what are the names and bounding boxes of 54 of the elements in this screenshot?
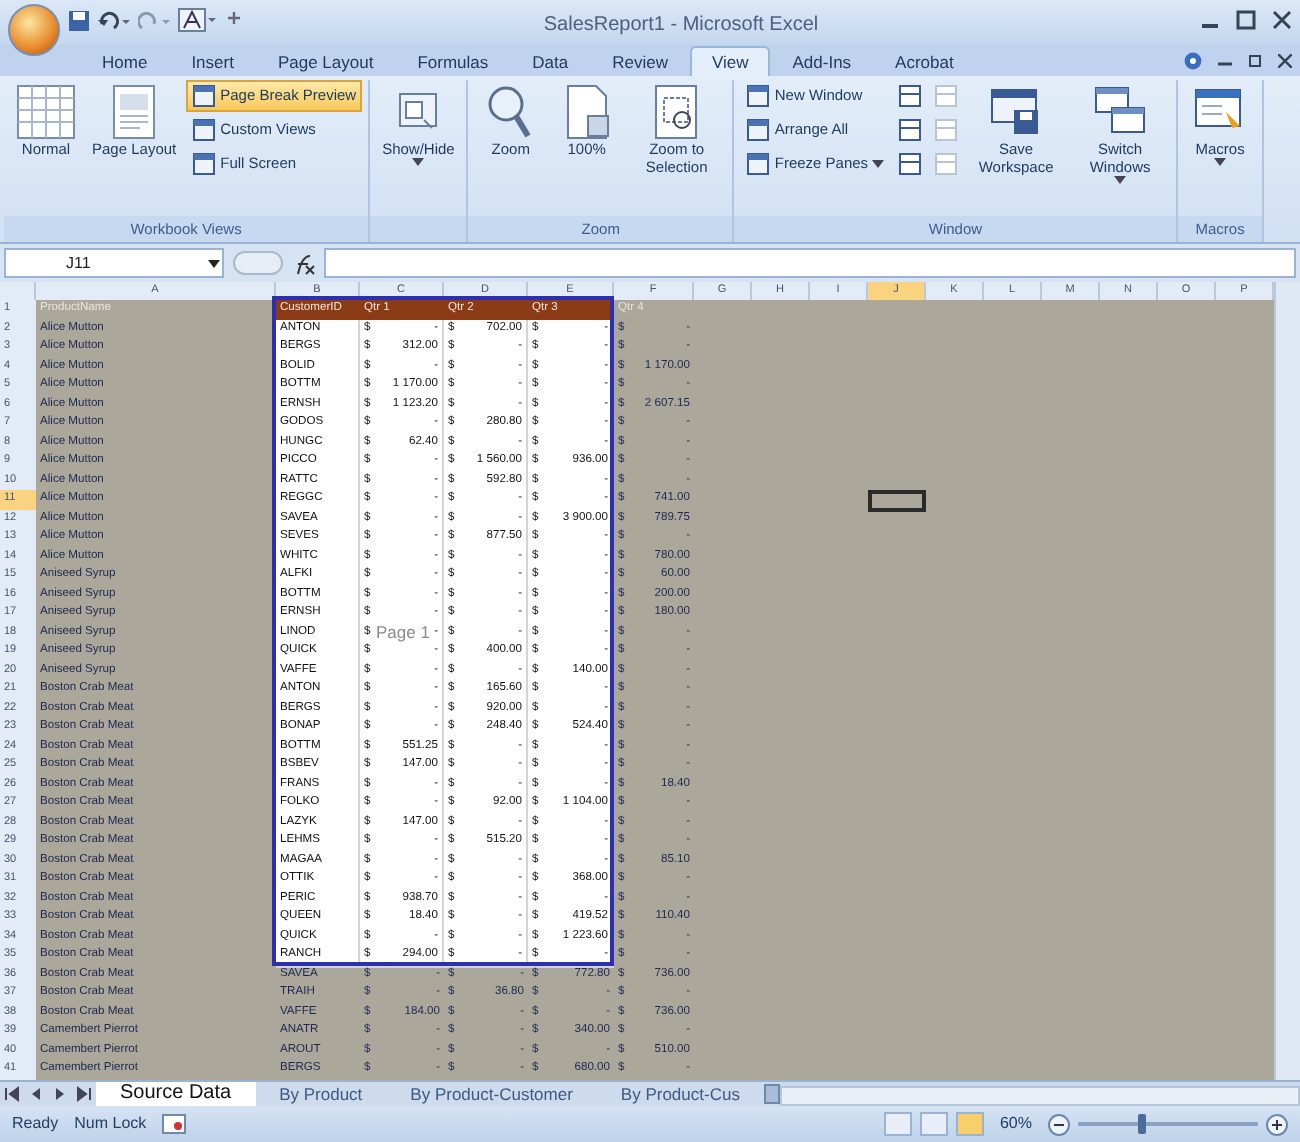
sheet-tab[interactable]: Source Data [96,1082,256,1106]
close-icon[interactable] [1278,54,1292,68]
zoom-out-icon[interactable] [1048,1113,1070,1135]
undo-icon[interactable] [98,9,130,31]
caret-icon[interactable] [1114,176,1127,184]
window-option-icon[interactable] [894,148,927,180]
ribbon-tab[interactable]: Add-Ins [770,46,874,76]
formula-field[interactable] [324,248,1296,278]
function-icon[interactable] [292,251,316,275]
zoom-slider-thumb[interactable] [1137,1114,1145,1134]
ribbon-tab[interactable]: Review [590,46,690,76]
caret-icon[interactable] [1214,158,1227,166]
sheet-tab[interactable]: By Product-Customer [386,1082,597,1106]
zoom-level[interactable]: 60% [999,1112,1032,1136]
next-sheet-icon[interactable] [52,1086,68,1102]
window-option-icon[interactable] [894,114,927,146]
tab-split-handle[interactable] [763,1084,780,1104]
last-sheet-icon[interactable] [76,1086,92,1102]
selected-cell[interactable] [868,490,926,511]
grid-icon[interactable] [16,84,76,140]
ribbon-tab[interactable]: Home [80,46,170,76]
page-label: Page 1 [376,624,430,642]
name-box[interactable]: J11 [4,248,224,278]
ribbon-tab[interactable]: View [689,46,771,76]
page-break-border[interactable] [271,295,614,965]
close-icon[interactable] [1272,10,1292,30]
ribbon-tab[interactable]: Insert [169,46,256,76]
maximize-icon[interactable] [1236,10,1256,30]
first-sheet-icon[interactable] [4,1086,20,1102]
horizontal-scrollbar[interactable] [779,1085,1300,1105]
group-footer [370,216,467,242]
sheet-tab[interactable]: By Product-Cus [596,1082,764,1106]
window-option-icon[interactable] [894,80,927,112]
sheet-tab[interactable]: By Product [255,1082,387,1106]
window-title: SalesReport1 - Microsoft Excel [541,12,821,40]
status-text: Ready [12,1112,59,1136]
caret-icon[interactable] [872,160,885,168]
office-button[interactable] [8,4,60,56]
font-style-icon[interactable] [178,8,218,32]
status-text: Num Lock [74,1112,147,1136]
window-icon[interactable] [746,84,771,108]
ribbon-tab[interactable]: Data [510,46,591,76]
restore-icon[interactable] [1248,54,1262,68]
record-macro-icon[interactable] [162,1114,187,1134]
zoom-in-icon[interactable] [1266,1113,1288,1135]
save-icon[interactable] [68,9,90,31]
ribbon-tab[interactable]: Acrobat [873,46,976,76]
previous-sheet-icon[interactable] [28,1086,44,1102]
vertical-scrollbar[interactable] [1274,282,1300,1080]
help-icon[interactable] [1184,52,1202,70]
ribbon-tab[interactable]: Page Layout [255,46,396,76]
caret-icon[interactable] [412,158,425,166]
ribbon-tab[interactable]: Formulas [395,46,511,76]
formula-controls-icon [232,250,284,276]
